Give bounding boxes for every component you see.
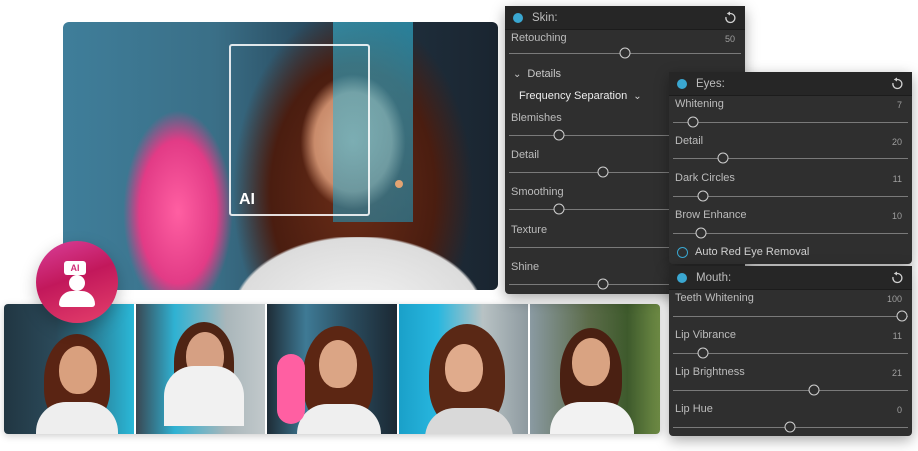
skin-panel-title: Skin: xyxy=(532,11,558,24)
slider-label: Smoothing xyxy=(511,186,564,198)
slider-knob[interactable] xyxy=(553,129,565,141)
details-label: Details xyxy=(527,68,562,80)
face-point-marker xyxy=(395,180,403,188)
slider-knob[interactable] xyxy=(597,166,609,178)
mouth-panel-header: Mouth: xyxy=(669,266,912,290)
slider-knob[interactable] xyxy=(695,227,707,239)
slider-label: Shine xyxy=(511,261,540,273)
ai-portrait-badge: AI xyxy=(36,241,118,323)
person-icon-head xyxy=(69,275,85,291)
details-toggle[interactable]: ⌄ Details xyxy=(513,68,561,80)
slider-value: 11 xyxy=(892,174,902,184)
slider-value: 11 xyxy=(892,331,902,341)
eyes-panel-title: Eyes: xyxy=(696,77,725,90)
slider-label: Lip Vibrance xyxy=(675,329,736,341)
slider-knob[interactable] xyxy=(687,116,699,128)
filmstrip-thumb-5[interactable] xyxy=(530,304,660,434)
chevron-down-icon: ⌄ xyxy=(513,69,522,80)
subject-shirt xyxy=(233,237,483,290)
slider-value: 20 xyxy=(891,137,902,147)
filmstrip-thumb-2[interactable] xyxy=(135,304,266,434)
person-icon-body xyxy=(59,291,95,307)
slider-value: 7 xyxy=(896,100,902,110)
slider-label: Texture xyxy=(511,224,548,236)
slider-knob[interactable] xyxy=(896,310,908,322)
slider-label: Teeth Whitening xyxy=(675,292,754,304)
mouth-lip-hue-slider[interactable]: Lip Hue 0 xyxy=(669,403,912,433)
ai-box-label: AI xyxy=(239,191,255,208)
filmstrip-thumb-3[interactable] xyxy=(267,304,397,434)
slider-value: 50 xyxy=(724,34,735,44)
slider-knob[interactable] xyxy=(597,278,609,290)
slider-value: 100 xyxy=(886,294,902,304)
reset-icon[interactable] xyxy=(890,271,904,285)
select-value: Frequency Separation xyxy=(519,90,628,102)
auto-red-eye-removal-option[interactable]: Auto Red Eye Removal xyxy=(677,246,809,258)
slider-value: 10 xyxy=(891,211,902,221)
eyes-panel: Eyes: Whitening 7 Detail 20 Dark Circles… xyxy=(669,72,912,264)
filmstrip-thumb-4[interactable] xyxy=(398,304,529,434)
slider-label: Retouching xyxy=(511,32,567,44)
filmstrip xyxy=(4,304,660,434)
slider-label: Dark Circles xyxy=(675,172,735,184)
eyes-brow-enhance-slider[interactable]: Brow Enhance 10 xyxy=(669,209,912,239)
slider-value: 0 xyxy=(896,405,902,415)
chevron-down-icon: ⌄ xyxy=(633,91,642,102)
slider-knob[interactable] xyxy=(619,47,631,59)
ai-tag-icon: AI xyxy=(64,261,86,275)
slider-label: Whitening xyxy=(675,98,724,110)
ai-face-detection-box[interactable]: AI xyxy=(229,44,370,216)
slider-label: Detail xyxy=(675,135,704,147)
slider-knob[interactable] xyxy=(717,152,729,164)
slider-knob[interactable] xyxy=(553,203,565,215)
reset-icon[interactable] xyxy=(890,77,904,91)
mouth-lip-brightness-slider[interactable]: Lip Brightness 21 xyxy=(669,366,912,396)
skin-enabled-toggle[interactable] xyxy=(513,12,523,23)
slider-knob[interactable] xyxy=(697,190,709,202)
slider-knob[interactable] xyxy=(697,347,709,359)
mouth-panel-title: Mouth: xyxy=(696,271,732,284)
slider-label: Detail xyxy=(511,149,540,161)
slider-knob[interactable] xyxy=(784,421,796,433)
eyes-panel-header: Eyes: xyxy=(669,72,912,96)
frequency-separation-select[interactable]: Frequency Separation ⌄ xyxy=(519,90,642,102)
mouth-teeth-whitening-slider[interactable]: Teeth Whitening 100 xyxy=(669,292,912,322)
radio-button[interactable] xyxy=(677,246,688,258)
slider-label: Blemishes xyxy=(511,112,562,124)
skin-panel-header: Skin: xyxy=(505,6,745,30)
slider-label: Brow Enhance xyxy=(675,209,747,221)
reset-icon[interactable] xyxy=(723,11,737,25)
skin-retouching-slider[interactable]: Retouching 50 xyxy=(505,32,745,62)
slider-value: 21 xyxy=(891,368,902,378)
option-label: Auto Red Eye Removal xyxy=(695,246,810,258)
mouth-panel: Mouth: Teeth Whitening 100 Lip Vibrance … xyxy=(669,266,912,436)
eyes-dark-circles-slider[interactable]: Dark Circles 11 xyxy=(669,172,912,202)
eyes-enabled-toggle[interactable] xyxy=(677,78,687,89)
slider-knob[interactable] xyxy=(808,384,820,396)
eyes-whitening-slider[interactable]: Whitening 7 xyxy=(669,98,912,128)
eyes-detail-slider[interactable]: Detail 20 xyxy=(669,135,912,165)
slider-label: Lip Brightness xyxy=(675,366,745,378)
mouth-enabled-toggle[interactable] xyxy=(677,272,687,283)
slider-label: Lip Hue xyxy=(675,403,713,415)
mouth-lip-vibrance-slider[interactable]: Lip Vibrance 11 xyxy=(669,329,912,359)
filmstrip-thumb-1[interactable] xyxy=(4,304,134,434)
